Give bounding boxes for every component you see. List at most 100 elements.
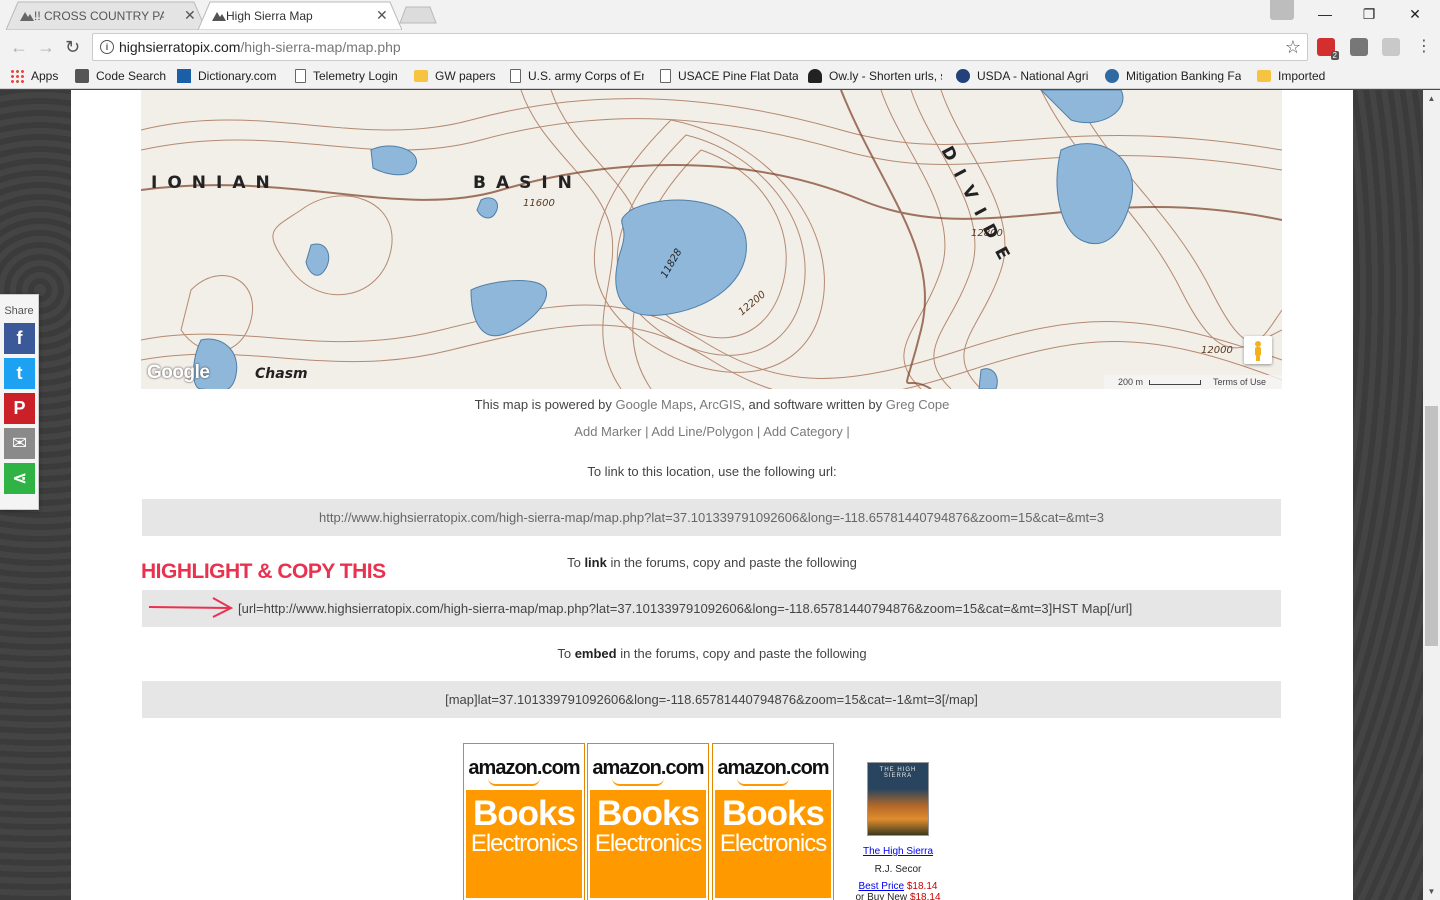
powered-middle: , and software written by bbox=[741, 397, 886, 412]
url-text[interactable]: highsierratopix.com/high-sierra-map/map.… bbox=[119, 39, 401, 55]
code-search-icon bbox=[75, 69, 89, 83]
bookmark-owly[interactable]: Ow.ly - Shorten urls, s bbox=[808, 67, 942, 85]
page-icon bbox=[295, 69, 306, 83]
bookmarks-bar: Apps Code Search Dictionary.com Telemetr… bbox=[0, 63, 1440, 89]
email-icon: ✉ bbox=[11, 433, 28, 453]
menu-dots-icon[interactable]: ⋮ bbox=[1416, 38, 1432, 56]
close-tab-icon[interactable]: ✕ bbox=[184, 7, 196, 23]
facebook-share-button[interactable]: f bbox=[4, 323, 35, 354]
share-sidebar: Share f t P ✉ ⋖ bbox=[0, 294, 39, 510]
share-label: Share bbox=[4, 305, 34, 317]
book-buy-new[interactable]: or Buy New $18.14 bbox=[831, 892, 965, 900]
maximize-button[interactable]: ❐ bbox=[1346, 0, 1392, 28]
page-icon bbox=[510, 69, 521, 83]
scroll-down-arrow-icon[interactable]: ▼ bbox=[1423, 883, 1440, 900]
extension-gray-icon[interactable] bbox=[1350, 38, 1368, 56]
greg-cope-link[interactable]: Greg Cope bbox=[886, 397, 950, 412]
action-separator: | bbox=[641, 424, 652, 439]
bookmark-code-search[interactable]: Code Search bbox=[75, 67, 167, 85]
pinterest-icon: P bbox=[13, 398, 26, 418]
intro-text: To bbox=[567, 555, 585, 570]
forum-link-code-box[interactable]: [url=http://www.highsierratopix.com/high… bbox=[142, 590, 1281, 627]
embed-intro: To embed in the forums, copy and paste t… bbox=[71, 646, 1353, 661]
back-arrow-icon[interactable]: ← bbox=[10, 38, 28, 56]
google-maps-link[interactable]: Google Maps bbox=[616, 397, 693, 412]
scroll-up-arrow-icon[interactable]: ▲ bbox=[1423, 90, 1440, 107]
page-scrollbar[interactable]: ▲ ▼ bbox=[1423, 90, 1440, 900]
bookmark-label: USDA - National Agri bbox=[977, 69, 1089, 83]
email-share-button[interactable]: ✉ bbox=[4, 428, 35, 459]
bookmark-usda[interactable]: USDA - National Agri bbox=[956, 67, 1092, 85]
ad-books-text: Books bbox=[722, 794, 825, 833]
extension-red-icon[interactable]: 2 bbox=[1317, 38, 1339, 60]
twitter-share-button[interactable]: t bbox=[4, 358, 35, 389]
book-title-link[interactable]: The High Sierra bbox=[831, 846, 965, 857]
google-logo[interactable]: Google bbox=[147, 362, 210, 384]
bookmark-star-icon[interactable]: ☆ bbox=[1285, 37, 1301, 58]
tab-strip: !! CROSS COUNTRY PASS ✕ High Sierra Map … bbox=[0, 0, 1440, 30]
highlight-annotation: HIGHLIGHT & COPY THIS bbox=[141, 560, 386, 583]
tab-high-sierra-map[interactable]: High Sierra Map ✕ bbox=[198, 1, 402, 30]
map-label-ionian: IONIAN bbox=[151, 173, 280, 193]
reload-icon[interactable]: ↻ bbox=[65, 38, 80, 56]
bookmark-apps[interactable]: Apps bbox=[10, 67, 64, 85]
buy-new-label: or Buy New bbox=[855, 892, 908, 900]
add-category-link[interactable]: Add Category bbox=[763, 424, 843, 439]
bookmark-gw-papers[interactable]: GW papers bbox=[414, 67, 502, 85]
bookmark-mitigation-banking[interactable]: Mitigation Banking Fa bbox=[1105, 67, 1243, 85]
add-marker-link[interactable]: Add Marker bbox=[574, 424, 641, 439]
address-bar[interactable]: i highsierratopix.com/high-sierra-map/ma… bbox=[92, 33, 1308, 61]
more-share-button[interactable]: ⋖ bbox=[4, 463, 35, 494]
map-elevation: 11600 bbox=[523, 198, 555, 209]
scroll-thumb[interactable] bbox=[1425, 406, 1438, 646]
bookmark-us-army-corps[interactable]: U.S. army Corps of En bbox=[510, 67, 644, 85]
browser-toolbar: ← → ↻ i highsierratopix.com/high-sierra-… bbox=[0, 30, 1440, 63]
folder-icon bbox=[1257, 70, 1271, 82]
link-url-box[interactable]: http://www.highsierratopix.com/high-sier… bbox=[142, 499, 1281, 536]
bookmark-dictionary[interactable]: Dictionary.com bbox=[177, 67, 282, 85]
close-window-button[interactable]: ✕ bbox=[1392, 0, 1438, 28]
intro-text: To bbox=[557, 646, 575, 661]
pegman-icon[interactable] bbox=[1244, 336, 1272, 364]
map-actions: Add Marker | Add Line/Polygon | Add Cate… bbox=[71, 424, 1353, 439]
tab-cross-country-pass[interactable]: !! CROSS COUNTRY PASS ✕ bbox=[6, 1, 206, 30]
ad-books-text: Books bbox=[473, 794, 576, 833]
action-separator: | bbox=[753, 424, 764, 439]
forward-arrow-icon[interactable]: → bbox=[37, 38, 55, 56]
bookmark-telemetry-login[interactable]: Telemetry Login bbox=[295, 67, 405, 85]
extension-pdf-icon[interactable] bbox=[1382, 38, 1400, 56]
add-line-polygon-link[interactable]: Add Line/Polygon bbox=[651, 424, 753, 439]
mountain-favicon-icon bbox=[20, 12, 34, 21]
new-tab-button[interactable] bbox=[398, 6, 438, 24]
intro-bold: link bbox=[584, 555, 607, 570]
profile-avatar-icon[interactable] bbox=[1270, 0, 1294, 20]
tab-title: High Sierra Map bbox=[226, 8, 313, 23]
embed-code-box[interactable]: [map]lat=37.101339791092606&long=-118.65… bbox=[142, 681, 1281, 718]
bookmark-label: U.S. army Corps of En bbox=[528, 69, 644, 83]
minimize-button[interactable]: — bbox=[1302, 0, 1348, 28]
topo-map[interactable]: 11600 11828 12200 12800 12000 DIVIDE ION… bbox=[141, 90, 1282, 389]
bookmark-imported[interactable]: Imported bbox=[1257, 67, 1337, 85]
buy-new-price: $18.14 bbox=[909, 892, 941, 900]
powered-by-text: This map is powered by Google Maps, ArcG… bbox=[71, 397, 1353, 412]
book-cover[interactable]: THE HIGH SIERRA bbox=[867, 762, 929, 836]
amazon-ad[interactable]: amazon.com Books Electronics bbox=[463, 743, 585, 900]
terms-of-use-link[interactable]: Terms of Use bbox=[1213, 377, 1266, 387]
url-host: highsierratopix.com bbox=[119, 39, 241, 55]
owly-icon bbox=[808, 69, 822, 83]
scale-label: 200 m bbox=[1118, 377, 1144, 387]
pinterest-share-button[interactable]: P bbox=[4, 393, 35, 424]
bookmark-label: Dictionary.com bbox=[198, 69, 277, 83]
amazon-ad[interactable]: amazon.com Books Electronics bbox=[587, 743, 709, 900]
amazon-ad[interactable]: amazon.com Books Electronics bbox=[712, 743, 834, 900]
amazon-smile-icon bbox=[737, 778, 789, 786]
arcgis-link[interactable]: ArcGIS bbox=[699, 397, 741, 412]
mitigation-icon bbox=[1105, 69, 1119, 83]
powered-prefix: This map is powered by bbox=[474, 397, 616, 412]
bookmark-usace-pine-flat[interactable]: USACE Pine Flat Data bbox=[660, 67, 798, 85]
info-icon[interactable]: i bbox=[100, 40, 114, 54]
close-tab-icon[interactable]: ✕ bbox=[376, 7, 388, 23]
bookmark-label: Imported bbox=[1278, 69, 1326, 83]
map-label-basin: BASIN bbox=[473, 173, 582, 193]
book-best-price[interactable]: Best Price $18.14 bbox=[831, 881, 965, 892]
